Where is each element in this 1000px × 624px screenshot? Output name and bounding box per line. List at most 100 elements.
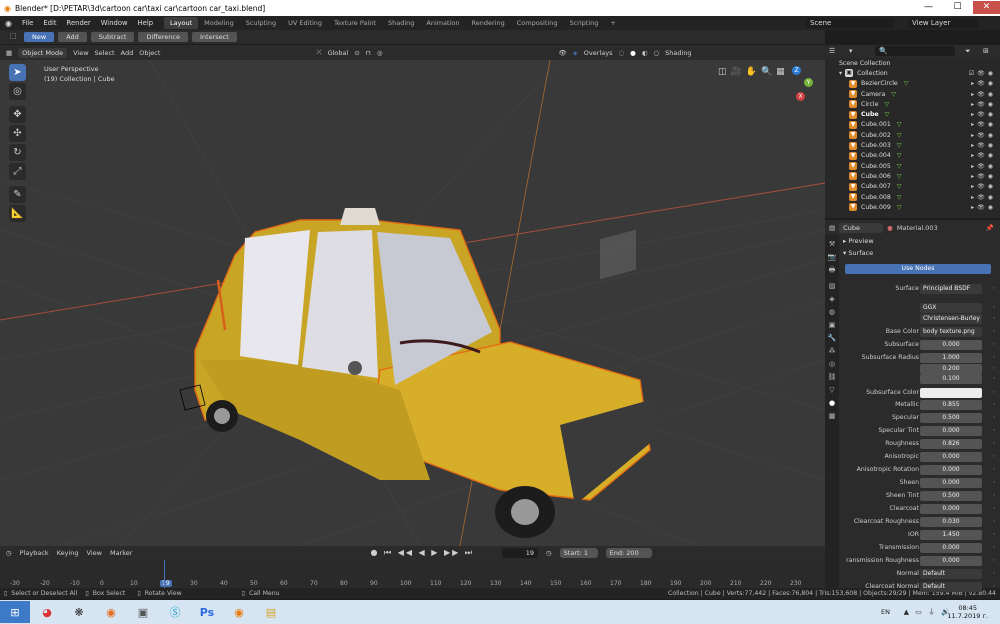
- chrome-icon[interactable]: ◕: [32, 601, 62, 623]
- material-shading-icon[interactable]: ◐: [642, 49, 648, 57]
- outliner-collection[interactable]: ▾ ▣ Collection ☑👁◉: [825, 68, 1000, 78]
- property-slider[interactable]: 0.000: [920, 464, 982, 475]
- link-socket-icon[interactable]: ◦: [992, 328, 996, 335]
- mode-subtract-button[interactable]: Subtract: [90, 32, 135, 42]
- playback-controls[interactable]: ● ⏮ ◀◀ ◀ ▶ ▶▶ ⏭: [370, 548, 474, 558]
- link-socket-icon[interactable]: ◦: [992, 285, 996, 292]
- tab-animation[interactable]: Animation: [420, 17, 465, 29]
- tray-icons[interactable]: ▲ ▭ ⏚ 🔊: [904, 607, 952, 617]
- measure-tool-icon[interactable]: 📐: [9, 205, 26, 222]
- outliner-item[interactable]: ▼ Cube.006 ▽ ▸👁◉: [825, 171, 1000, 181]
- proportional-edit-icon[interactable]: ◎: [377, 49, 383, 57]
- link-socket-icon[interactable]: ◦: [992, 440, 996, 447]
- particles-tab-icon[interactable]: ⁂: [829, 347, 836, 355]
- visibility-icon[interactable]: 👁: [559, 49, 567, 57]
- outliner-filter-icon[interactable]: ⏷: [965, 47, 971, 56]
- mesh-data-icon[interactable]: ▽: [891, 91, 896, 98]
- link-socket-icon[interactable]: ◦: [992, 492, 996, 499]
- tab-shading[interactable]: Shading: [382, 17, 420, 29]
- link-socket-icon[interactable]: ◦: [992, 570, 996, 577]
- scene-tab-icon[interactable]: ◈: [829, 295, 834, 303]
- object-mode-dropdown[interactable]: Object Mode: [18, 47, 68, 58]
- mesh-data-icon[interactable]: ▽: [897, 152, 902, 159]
- tab-layout[interactable]: Layout: [164, 17, 199, 29]
- visibility-toggles-icon[interactable]: ▸👁◉: [971, 163, 996, 170]
- menu-marker[interactable]: Marker: [110, 549, 132, 557]
- data-tab-icon[interactable]: ▽: [829, 386, 834, 394]
- link-socket-icon[interactable]: ◦: [992, 544, 996, 551]
- tab-rendering[interactable]: Rendering: [466, 17, 511, 29]
- outliner-editor-icon[interactable]: ☰: [829, 47, 835, 55]
- current-frame-field[interactable]: 19: [502, 548, 538, 558]
- property-slider[interactable]: 1.450: [920, 529, 982, 540]
- outliner-item[interactable]: ▼ Cube.004 ▽ ▸👁◉: [825, 151, 1000, 161]
- menu-window[interactable]: Window: [96, 19, 133, 27]
- blender-menu-icon[interactable]: ◉: [0, 19, 17, 28]
- 3d-viewport[interactable]: User Perspective (19) Collection | Cube …: [0, 60, 825, 546]
- link-socket-icon[interactable]: ◦: [992, 466, 996, 473]
- property-field[interactable]: Default: [920, 568, 982, 579]
- menu-file[interactable]: File: [17, 19, 38, 27]
- mesh-data-icon[interactable]: ▽: [897, 173, 902, 180]
- outliner-item[interactable]: ▼ Camera ▽ ▸👁◉: [825, 89, 1000, 99]
- preview-panel-header[interactable]: ▸ Preview: [843, 237, 874, 245]
- outliner-item[interactable]: ▼ Cube.009 ▽ ▸👁◉: [825, 202, 1000, 212]
- rendered-shading-icon[interactable]: ○: [653, 49, 659, 57]
- timeline-area[interactable]: -30 -20 -10 0 10 19 30 40 50 60 70 80 90 100 110 120 130…: [0, 560, 825, 588]
- mesh-data-icon[interactable]: ▽: [904, 80, 909, 87]
- scene-selector[interactable]: Scene: [806, 18, 894, 28]
- outliner-item[interactable]: ▼ Cube.001 ▽ ▸👁◉: [825, 120, 1000, 130]
- visibility-toggles-icon[interactable]: ▸👁◉: [971, 111, 996, 118]
- property-slider[interactable]: 0.826: [920, 438, 982, 449]
- link-socket-icon[interactable]: ◦: [992, 453, 996, 460]
- pin-icon[interactable]: 📌: [986, 224, 994, 232]
- gizmo-z-axis[interactable]: Z: [792, 66, 801, 75]
- menu-edit[interactable]: Edit: [38, 19, 61, 27]
- surface-panel-header[interactable]: ▾ Surface: [843, 249, 873, 257]
- property-slider[interactable]: 0.000: [920, 339, 982, 350]
- link-socket-icon[interactable]: ◦: [992, 389, 996, 396]
- property-slider[interactable]: 0.855: [920, 399, 982, 410]
- move-tool-icon[interactable]: ✥: [9, 106, 26, 123]
- end-frame-field[interactable]: End: 200: [605, 548, 652, 558]
- world-tab-icon[interactable]: ◍: [829, 308, 835, 316]
- property-slider[interactable]: 1.000: [920, 352, 982, 363]
- taxi-car-model[interactable]: [194, 208, 660, 538]
- link-socket-icon[interactable]: ◦: [992, 583, 996, 590]
- output-tab-icon[interactable]: 🖶: [829, 266, 836, 277]
- overlays-dropdown[interactable]: Overlays: [584, 49, 613, 57]
- property-slider[interactable]: 0.500: [920, 490, 982, 501]
- link-socket-icon[interactable]: ◦: [992, 304, 996, 311]
- property-dropdown[interactable]: Christensen-Burley: [920, 313, 982, 324]
- rotate-tool-icon[interactable]: ↻: [9, 144, 26, 161]
- photoshop-icon[interactable]: Ps: [192, 601, 222, 623]
- property-slider[interactable]: 0.100: [920, 373, 982, 384]
- menu-select[interactable]: Select: [95, 49, 115, 57]
- scale-tool-icon[interactable]: ⤢: [9, 163, 26, 180]
- outliner-item[interactable]: ▼ Cube ▽ ▸👁◉: [825, 109, 1000, 119]
- new-collection-icon[interactable]: ⊞: [983, 47, 989, 55]
- outliner-item[interactable]: ▼ Cube.005 ▽ ▸👁◉: [825, 161, 1000, 171]
- tab-sculpting[interactable]: Sculpting: [240, 17, 282, 29]
- property-slider[interactable]: 0.000: [920, 542, 982, 553]
- shading-dropdown[interactable]: Shading: [665, 49, 691, 57]
- mesh-data-icon[interactable]: ▽: [897, 183, 902, 190]
- mesh-data-icon[interactable]: ▽: [897, 163, 902, 170]
- tab-texture-paint[interactable]: Texture Paint: [328, 17, 382, 29]
- zoom-icon[interactable]: 🔍: [761, 67, 772, 77]
- mode-add-button[interactable]: Add: [58, 32, 87, 42]
- snap-icon[interactable]: ⊓: [366, 49, 371, 57]
- property-slider[interactable]: 0.000: [920, 555, 982, 566]
- properties-editor-icon[interactable]: ▤: [829, 224, 835, 232]
- visibility-toggles-icon[interactable]: ▸👁◉: [971, 101, 996, 108]
- modifiers-tab-icon[interactable]: 🔧: [828, 334, 837, 342]
- visibility-toggles-icon[interactable]: ▸👁◉: [971, 194, 996, 201]
- link-socket-icon[interactable]: ◦: [992, 341, 996, 348]
- close-button[interactable]: ✕: [973, 1, 1000, 14]
- link-socket-icon[interactable]: ◦: [992, 365, 996, 372]
- navigation-gizmo[interactable]: Z Y X: [788, 64, 818, 104]
- language-indicator[interactable]: EN: [881, 608, 890, 616]
- app-icon[interactable]: ❋: [64, 601, 94, 623]
- link-socket-icon[interactable]: ◦: [992, 414, 996, 421]
- menu-object[interactable]: Object: [139, 49, 160, 57]
